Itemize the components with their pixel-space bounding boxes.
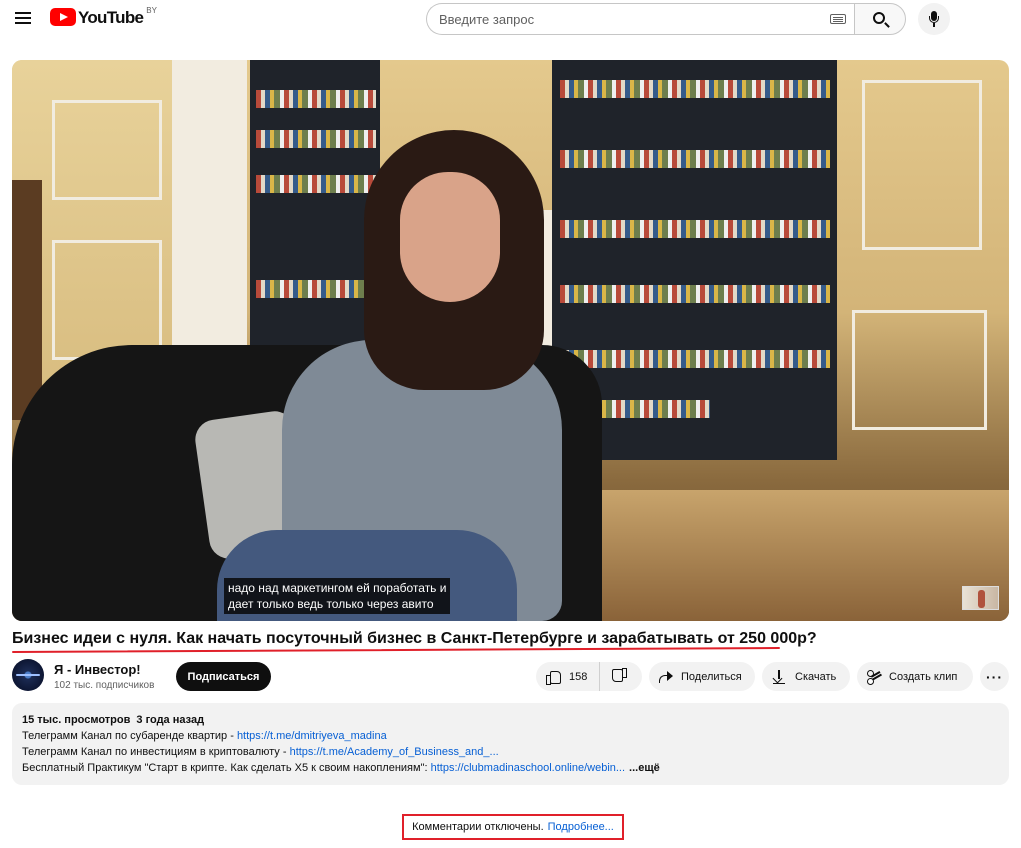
show-more-button[interactable]: ...ещё xyxy=(629,762,660,774)
like-dislike-group: 158 xyxy=(536,662,642,691)
youtube-play-icon xyxy=(50,8,76,26)
description-link[interactable]: https://t.me/Academy_of_Business_and_... xyxy=(290,746,499,758)
upload-date: 3 года назад xyxy=(136,714,205,726)
subtitle-line: дает только ведь только через авито xyxy=(228,597,434,611)
share-label: Поделиться xyxy=(681,670,742,683)
view-count: 15 тыс. просмотров xyxy=(22,714,131,726)
scissors-icon xyxy=(867,669,881,684)
share-icon xyxy=(659,670,673,683)
hamburger-menu-icon[interactable] xyxy=(12,8,34,30)
comments-disabled-notice: Комментарии отключены. Подробнее... xyxy=(402,814,624,840)
thumbs-down-icon xyxy=(613,670,627,683)
description-link[interactable]: https://t.me/dmitriyeva_madina xyxy=(237,730,387,742)
download-icon xyxy=(773,669,785,684)
more-actions-button[interactable]: ··· xyxy=(980,662,1009,691)
search-input[interactable] xyxy=(426,3,854,35)
search-button[interactable] xyxy=(854,3,906,35)
dislike-button[interactable] xyxy=(600,662,642,691)
region-code: BY xyxy=(146,6,157,15)
video-player[interactable]: надо над маркетингом ей поработать и дае… xyxy=(12,60,1009,621)
download-label: Скачать xyxy=(795,670,837,683)
subscriber-count: 102 тыс. подписчиков xyxy=(54,680,155,691)
like-count: 158 xyxy=(569,670,588,683)
logo-text: YouTube xyxy=(78,8,144,27)
search-bar xyxy=(426,3,906,35)
like-button[interactable]: 158 xyxy=(536,662,600,691)
voice-search-button[interactable] xyxy=(918,3,950,35)
video-subtitles: надо над маркетингом ей поработать и дае… xyxy=(224,578,451,614)
search-icon xyxy=(873,12,885,24)
clip-label: Создать клип xyxy=(889,670,958,683)
comments-disabled-text: Комментарии отключены. xyxy=(412,821,544,833)
description-box[interactable]: 15 тыс. просмотров 3 года назад Телеграмм… xyxy=(12,703,1009,785)
description-link[interactable]: https://clubmadinaschool.online/webin... xyxy=(431,762,625,774)
more-horiz-icon: ··· xyxy=(986,668,1003,685)
masthead: YouTube BY xyxy=(0,0,1021,38)
learn-more-link[interactable]: Подробнее... xyxy=(548,821,614,833)
channel-watermark[interactable] xyxy=(962,586,999,610)
youtube-logo[interactable]: YouTube BY xyxy=(50,6,157,27)
keyboard-icon[interactable] xyxy=(830,14,846,24)
channel-name[interactable]: Я - Инвестор! xyxy=(54,662,141,677)
description-line: Телеграмм Канал по субаренде квартир - h… xyxy=(22,730,387,742)
thumbs-up-icon xyxy=(546,670,561,685)
channel-avatar[interactable] xyxy=(12,659,44,691)
share-button[interactable]: Поделиться xyxy=(649,662,755,691)
subtitle-line: надо над маркетингом ей поработать и xyxy=(228,581,447,595)
create-clip-button[interactable]: Создать клип xyxy=(857,662,973,691)
download-button[interactable]: Скачать xyxy=(762,662,850,691)
subscribe-button[interactable]: Подписаться xyxy=(176,662,271,691)
description-line: Бесплатный Практикум "Старт в крипте. Ка… xyxy=(22,762,660,774)
video-meta: 15 тыс. просмотров 3 года назад xyxy=(22,712,999,728)
description-line: Телеграмм Канал по инвестициям в криптов… xyxy=(22,746,499,758)
video-title: Бизнес идеи с нуля. Как начать посуточны… xyxy=(12,630,817,647)
